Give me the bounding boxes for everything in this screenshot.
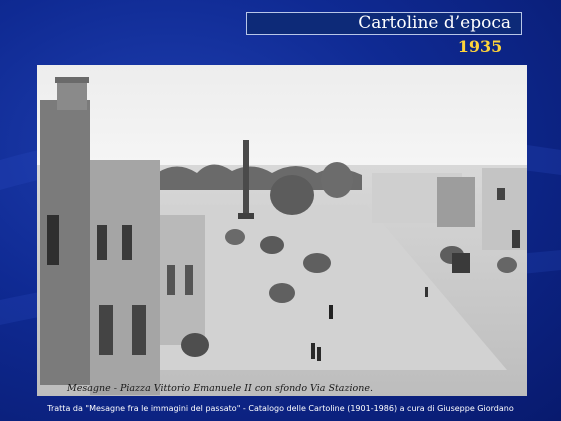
slide-title: Cartoline d’epoca [246, 12, 522, 35]
slide-year: 1935 [457, 37, 503, 56]
vintage-postcard-photo: Mesagne - Piazza Vittorio Emanuele II co… [37, 65, 527, 396]
source-credit: Tratta da "Mesagne fra le immagini del p… [47, 404, 514, 413]
postcard-image [37, 65, 527, 396]
photo-caption: Mesagne - Piazza Vittorio Emanuele II co… [67, 383, 373, 394]
